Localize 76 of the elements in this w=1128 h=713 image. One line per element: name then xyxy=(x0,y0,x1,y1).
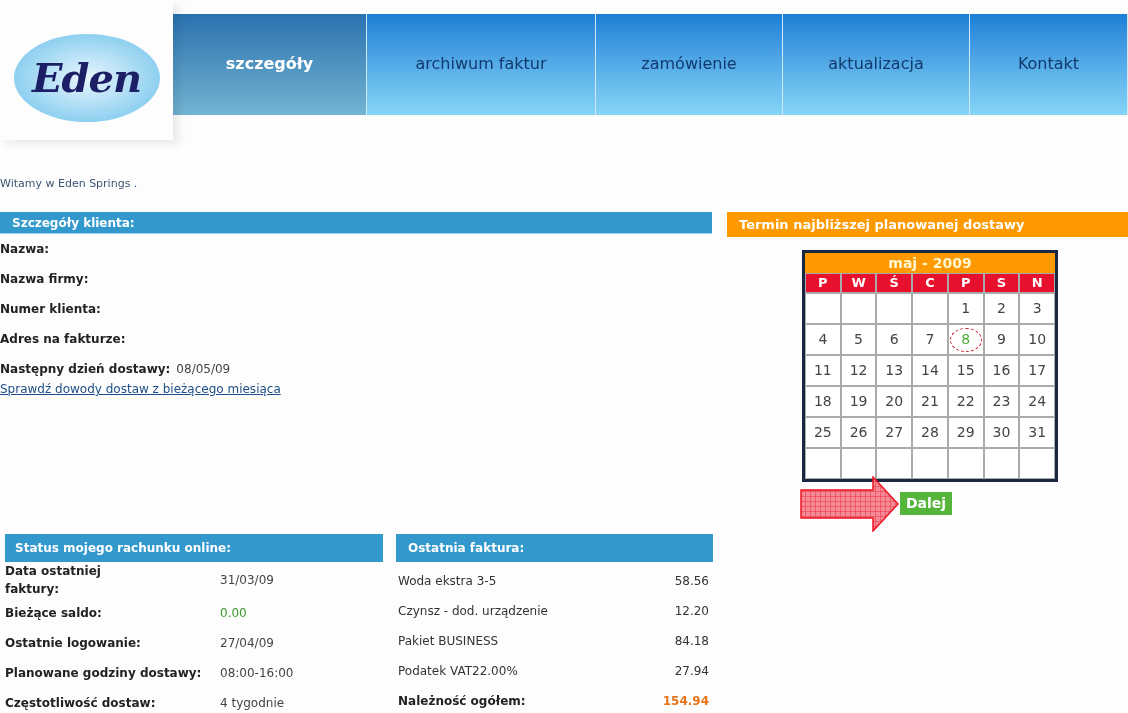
day-cell[interactable]: 10 xyxy=(1020,325,1054,354)
day-cell[interactable]: 2 xyxy=(984,294,1019,323)
invoice-amount: 154.94 xyxy=(662,693,709,710)
status-label: Data ostatniej faktury: xyxy=(5,563,102,598)
invoice-amount: 58.56 xyxy=(674,573,709,590)
nav-tab[interactable]: Kontakt xyxy=(970,14,1128,115)
day-cell[interactable]: 19 xyxy=(841,387,876,416)
day-cell[interactable]: 18 xyxy=(806,387,840,416)
weekday-header: Ś xyxy=(877,274,912,292)
day-cell[interactable]: 26 xyxy=(841,418,876,447)
day-cell[interactable]: 31 xyxy=(1020,418,1054,447)
day-cell[interactable]: 3 xyxy=(1020,294,1054,323)
calendar-month: maj - 2009 xyxy=(805,253,1055,273)
invoice-amount: 27.94 xyxy=(674,663,709,680)
status-value: 27/04/09 xyxy=(220,635,274,652)
delivery-proofs-link[interactable]: Sprawdź dowody dostaw z bieżącego miesiąca xyxy=(0,380,281,398)
day-cell[interactable]: 6 xyxy=(877,325,912,354)
nav-tab[interactable]: aktualizacja xyxy=(783,14,970,115)
invoice-item: Należność ogółem: xyxy=(398,693,526,710)
section-header: Status mojego rachunku online: xyxy=(5,534,383,562)
day-cell[interactable]: 27 xyxy=(877,418,912,447)
day-cell[interactable]: 20 xyxy=(877,387,912,416)
day-cell[interactable]: 25 xyxy=(806,418,840,447)
field-label: Nazwa firmy: xyxy=(0,271,89,288)
status-label: Częstotliwość dostaw: xyxy=(5,695,157,712)
weekday-header: P xyxy=(806,274,840,292)
invoice-item: Pakiet BUSINESS xyxy=(398,633,499,650)
day-cell[interactable]: 11 xyxy=(806,356,840,385)
day-cell[interactable]: 14 xyxy=(913,356,947,385)
status-value: 0.00 xyxy=(220,605,247,622)
day-cell[interactable]: 30 xyxy=(984,418,1019,447)
day-cell[interactable]: 24 xyxy=(1020,387,1054,416)
day-cell[interactable]: 1 xyxy=(948,294,983,323)
day-cell[interactable]: 13 xyxy=(877,356,912,385)
field-label: Numer klienta: xyxy=(0,301,101,318)
nav-tab[interactable]: archiwum faktur xyxy=(367,14,596,115)
invoice-amount: 12.20 xyxy=(674,603,709,620)
invoice-item: Woda ekstra 3-5 xyxy=(398,573,497,590)
weekday-header: P xyxy=(948,274,983,292)
status-label: Ostatnie logowanie: xyxy=(5,635,142,652)
section-header: Ostatnia faktura: xyxy=(396,534,713,562)
day-cell[interactable]: 21 xyxy=(913,387,947,416)
day-cell[interactable]: 12 xyxy=(841,356,876,385)
day-cell[interactable]: 4 xyxy=(806,325,840,354)
status-label: Planowane godziny dostawy: xyxy=(5,665,203,682)
weekday-header: C xyxy=(913,274,947,292)
nav-tab[interactable]: zamówienie xyxy=(596,14,783,115)
section-header: Szczegóły klienta: xyxy=(0,212,712,234)
day-cell[interactable]: 23 xyxy=(984,387,1019,416)
welcome-text: Witamy w Eden Springs . xyxy=(0,176,139,192)
field-label: Adres na fakturze: xyxy=(0,331,126,348)
logo[interactable]: Eden xyxy=(13,34,160,122)
field-label: Następny dzień dostawy: xyxy=(0,361,171,378)
status-value: 4 tygodnie xyxy=(220,695,285,712)
weekday-header: N xyxy=(1020,274,1054,292)
section-header: Termin najbliższej planowanej dostawy xyxy=(727,212,1128,237)
invoice-amount: 84.18 xyxy=(674,633,709,650)
weekday-header: S xyxy=(984,274,1019,292)
status-value: 08:00-16:00 xyxy=(220,665,294,682)
invoice-item: Czynsz - dod. urządzenie xyxy=(398,603,548,620)
field-label: Nazwa: xyxy=(0,241,50,258)
day-cell[interactable]: 28 xyxy=(913,418,947,447)
field-value: 08/05/09 xyxy=(176,361,231,378)
day-cell[interactable]: 9 xyxy=(984,325,1019,354)
status-label: Bieżące saldo: xyxy=(5,605,103,622)
day-cell[interactable]: 15 xyxy=(948,356,983,385)
day-cell[interactable]: 5 xyxy=(841,325,876,354)
day-cell[interactable]: 29 xyxy=(948,418,983,447)
weekday-header: W xyxy=(841,274,876,292)
day-cell[interactable]: 7 xyxy=(913,325,947,354)
arrow-icon xyxy=(800,476,900,532)
day-cell[interactable]: 22 xyxy=(948,387,983,416)
status-value: 31/03/09 xyxy=(220,572,274,589)
day-cell[interactable]: 16 xyxy=(984,356,1019,385)
day-cell[interactable]: 17 xyxy=(1020,356,1054,385)
invoice-item: Podatek VAT22.00% xyxy=(398,663,518,680)
